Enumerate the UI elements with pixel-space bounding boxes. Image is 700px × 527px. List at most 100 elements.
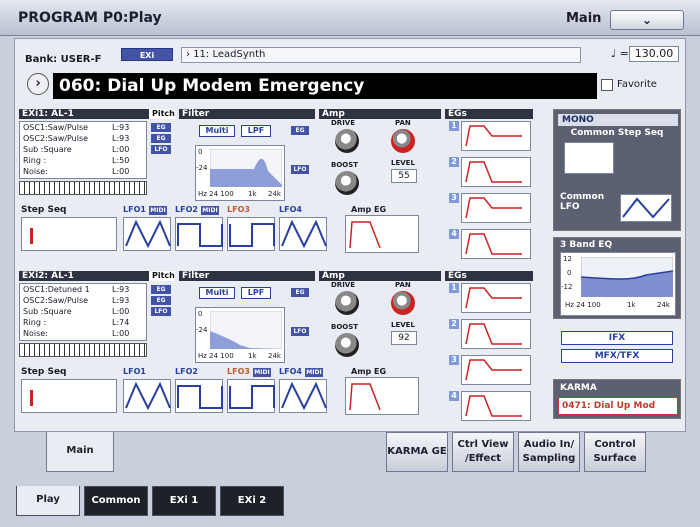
axis-hz: Hz 24 100 bbox=[198, 190, 234, 198]
osc-row[interactable]: Ring : L:50 bbox=[23, 155, 146, 166]
exi1-eg-number: 1 bbox=[449, 121, 459, 131]
category-field[interactable]: › 11: LeadSynth bbox=[181, 47, 581, 63]
exi1-eg-graph[interactable] bbox=[461, 193, 531, 223]
exi1-eg-graph[interactable] bbox=[461, 121, 531, 151]
tab-ctrl-view-effect[interactable]: Ctrl View /Effect bbox=[452, 432, 514, 472]
tab-audio-in-sampling[interactable]: Audio In/ Sampling bbox=[518, 432, 580, 472]
exi2-eg-graph[interactable] bbox=[461, 319, 531, 349]
exi1-filter-type[interactable]: Multi bbox=[199, 125, 235, 137]
exi2-lfo-graph[interactable] bbox=[279, 379, 327, 413]
exi1-lfo-graph[interactable] bbox=[123, 217, 171, 251]
program-name[interactable]: 060: Dial Up Modem Emergency bbox=[53, 73, 597, 99]
ifx-button[interactable]: IFX bbox=[561, 331, 673, 345]
exi2-amp-eg-graph[interactable] bbox=[345, 377, 419, 415]
eq-title: 3 Band EQ bbox=[560, 240, 613, 250]
eq-axis-24k: 24k bbox=[657, 301, 670, 309]
osc-row[interactable]: Noise: L:00 bbox=[23, 328, 146, 339]
exi2-lfo-graph[interactable] bbox=[175, 379, 223, 413]
exi1-pan-knob[interactable] bbox=[391, 129, 415, 153]
exi2-filter-mode[interactable]: LPF bbox=[241, 287, 271, 299]
osc-row[interactable]: OSC1:Detuned 1 L:93 bbox=[23, 284, 146, 295]
osc-row[interactable]: OSC1:Saw/Pulse L:93 bbox=[23, 122, 146, 133]
exi2-eg-graph[interactable] bbox=[461, 283, 531, 313]
tab-common[interactable]: Common bbox=[84, 486, 148, 516]
exi1-lfo-label: LFO4 bbox=[279, 205, 302, 214]
exi1-keyboard[interactable] bbox=[19, 181, 147, 195]
exi1-osc-tag: EG bbox=[151, 134, 171, 143]
exi1-step-seq-label: Step Seq bbox=[21, 205, 67, 215]
osc-row[interactable]: Noise: L:00 bbox=[23, 166, 146, 177]
karma-value[interactable]: 0471: Dial Up Mod bbox=[558, 397, 678, 415]
exi1-lfo-graph[interactable] bbox=[227, 217, 275, 251]
exi2-eg-graph[interactable] bbox=[461, 355, 531, 385]
exi1-osc-list[interactable]: OSC1:Saw/Pulse L:93 OSC2:Saw/Pulse L:93 Sub … bbox=[19, 121, 147, 179]
exi1-filter-graph[interactable]: 0 -24 Hz 24 100 1k 24k bbox=[195, 145, 285, 201]
bank-badge[interactable]: EXi bbox=[121, 48, 173, 61]
eq-axis-minus12: -12 bbox=[561, 283, 573, 291]
exi2-osc-list[interactable]: OSC1:Detuned 1 L:93 OSC2:Saw/Pulse L:93 Sub … bbox=[19, 283, 147, 341]
axis-24k: 24k bbox=[268, 190, 281, 198]
exi1-eg-graph[interactable] bbox=[461, 229, 531, 259]
exi2-eg-graph[interactable] bbox=[461, 391, 531, 421]
lfo-wave-icon bbox=[125, 381, 171, 411]
osc-row[interactable]: Ring : L:74 bbox=[23, 317, 146, 328]
exi2-filter-type[interactable]: Multi bbox=[199, 287, 235, 299]
exi2-lfo-graph[interactable] bbox=[123, 379, 171, 413]
exi2-amp-header: Amp bbox=[319, 271, 441, 281]
eq-axis-plus12: 12 bbox=[563, 255, 572, 263]
lfo-wave-icon bbox=[229, 385, 275, 409]
osc-row[interactable]: Sub :Square L:00 bbox=[23, 306, 146, 317]
exi1-boost-knob[interactable] bbox=[335, 171, 359, 195]
tab-karma-ge[interactable]: KARMA GE bbox=[386, 432, 448, 472]
tab-main[interactable]: Main bbox=[46, 432, 114, 472]
exi1-step-seq-graph[interactable] bbox=[21, 217, 117, 251]
exi2-keyboard[interactable] bbox=[19, 343, 147, 357]
exi1-filter-eg: EG bbox=[291, 126, 309, 135]
osc-name: OSC2:Saw/Pulse bbox=[23, 134, 89, 143]
chevron-down-icon: ⌄ bbox=[641, 13, 653, 27]
osc-row[interactable]: Sub :Square L:00 bbox=[23, 144, 146, 155]
tab-play[interactable]: Play bbox=[16, 486, 80, 516]
exi2-eg-number: 2 bbox=[449, 319, 459, 329]
envelope-icon bbox=[465, 287, 522, 309]
exi1-lfo-graph[interactable] bbox=[175, 217, 223, 251]
exi2-filter-graph[interactable]: 0 -24 Hz 24 100 1k 24k bbox=[195, 307, 285, 363]
program-select-button[interactable]: › bbox=[27, 73, 49, 95]
envelope-icon bbox=[465, 233, 522, 255]
tab-control-surface[interactable]: Control Surface bbox=[584, 432, 646, 472]
exi2-level-value[interactable]: 92 bbox=[391, 331, 417, 345]
favorite-checkbox[interactable] bbox=[601, 79, 613, 91]
page-title: PROGRAM P0:Play bbox=[18, 10, 162, 26]
exi1-lfo-label: LFO3 bbox=[227, 205, 250, 214]
exi1-level-value[interactable]: 55 bbox=[391, 169, 417, 183]
exi2-step-seq-label: Step Seq bbox=[21, 367, 67, 377]
common-lfo-graph[interactable] bbox=[620, 194, 672, 222]
exi1-lfo-graph[interactable] bbox=[279, 217, 327, 251]
exi1-eg-graph[interactable] bbox=[461, 157, 531, 187]
exi1-osc-tag: EG bbox=[151, 123, 171, 132]
eq-axis-1k: 1k bbox=[627, 301, 636, 309]
tab-exi2[interactable]: EXi 2 bbox=[220, 486, 284, 516]
bank-label: Bank: USER-F bbox=[25, 54, 102, 65]
exi1-amp-eg-label: Amp EG bbox=[351, 205, 387, 214]
exi2-pan-knob[interactable] bbox=[391, 291, 415, 315]
osc-row[interactable]: OSC2:Saw/Pulse L:93 bbox=[23, 133, 146, 144]
exi1-drive-knob[interactable] bbox=[335, 129, 359, 153]
exi1-amp-eg-graph[interactable] bbox=[345, 215, 419, 253]
mono-label[interactable]: MONO bbox=[558, 114, 678, 126]
common-panel: MONO Common Step Seq Common LFO bbox=[553, 109, 681, 231]
envelope-icon bbox=[349, 221, 381, 249]
exi2-step-seq-graph[interactable] bbox=[21, 379, 117, 413]
exi2-lfo-graph[interactable] bbox=[227, 379, 275, 413]
mfx-tfx-button[interactable]: MFX/TFX bbox=[561, 349, 673, 363]
osc-name: Ring : bbox=[23, 318, 47, 327]
osc-row[interactable]: OSC2:Saw/Pulse L:93 bbox=[23, 295, 146, 306]
common-step-seq-graph[interactable] bbox=[564, 142, 614, 174]
exi2-drive-knob[interactable] bbox=[335, 291, 359, 315]
exi1-filter-mode[interactable]: LPF bbox=[241, 125, 271, 137]
menu-dropdown-button[interactable]: ⌄ bbox=[610, 10, 684, 30]
tab-exi1[interactable]: EXi 1 bbox=[152, 486, 216, 516]
exi2-boost-knob[interactable] bbox=[335, 333, 359, 357]
tempo-value[interactable]: 130.00 bbox=[629, 46, 679, 62]
eq-graph[interactable]: 12 0 -12 Hz 24 100 1k 24k bbox=[560, 252, 676, 316]
